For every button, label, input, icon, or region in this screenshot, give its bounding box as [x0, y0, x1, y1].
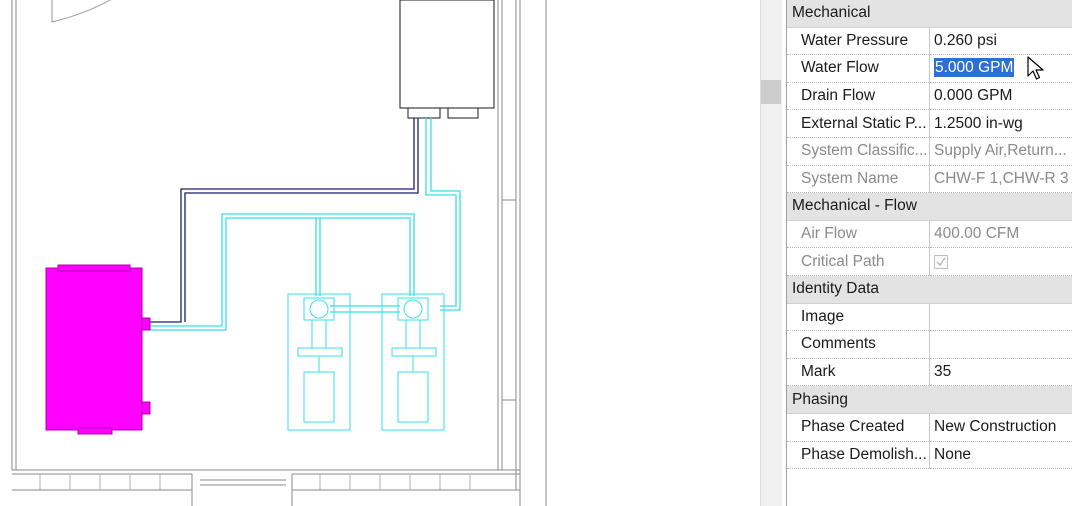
property-group-title: Mechanical [787, 0, 1072, 28]
property-label: Water Flow [787, 54, 930, 83]
property-label: Drain Flow [787, 82, 930, 111]
property-row[interactable]: Drain Flow 0.000 GPM [787, 82, 1072, 111]
floor-plan-drawing[interactable] [0, 0, 760, 506]
supply-pipe[interactable] [150, 118, 419, 323]
property-label: System Name [787, 165, 930, 194]
property-row[interactable]: System Classific... Supply Air,Return... [787, 137, 1072, 166]
property-label: Phase Demolish... [787, 441, 930, 470]
right-wall [497, 0, 547, 506]
checkbox-icon[interactable] [934, 254, 948, 269]
property-value[interactable]: 400.00 CFM [929, 220, 1072, 249]
property-value[interactable]: CHW-F 1,CHW-R 3 [929, 165, 1072, 194]
property-row[interactable]: Mark 35 [787, 358, 1072, 387]
property-row[interactable]: Critical Path [787, 247, 1072, 276]
bottom-wall [12, 469, 520, 506]
property-group-title: Identity Data [787, 275, 1072, 304]
left-wall [11, 0, 17, 470]
property-label: Water Pressure [787, 27, 930, 56]
bottom-wall-ticks [39, 474, 471, 490]
property-label: System Classific... [787, 137, 930, 166]
splitter-thumb[interactable] [761, 80, 781, 104]
property-value[interactable] [929, 330, 1072, 359]
property-value[interactable]: 0.000 GPM [929, 82, 1072, 111]
property-row[interactable]: Comments [787, 330, 1072, 359]
property-value[interactable]: Supply Air,Return... [929, 137, 1072, 166]
panel-splitter[interactable] [760, 0, 782, 506]
property-value[interactable]: None [929, 441, 1072, 470]
property-label: Air Flow [787, 220, 930, 249]
property-label: Image [787, 303, 930, 332]
property-value[interactable]: 5.000 GPM [929, 54, 1072, 83]
property-label: External Static P... [787, 109, 930, 138]
property-label: Phase Created [787, 413, 930, 442]
property-label: Comments [787, 330, 930, 359]
selected-value-text[interactable]: 5.000 GPM [934, 58, 1015, 78]
property-value[interactable]: 35 [929, 358, 1072, 387]
property-group-title: Mechanical - Flow [787, 192, 1072, 221]
property-value[interactable]: New Construction [929, 413, 1072, 442]
door-swing [51, 0, 111, 23]
property-group-header[interactable]: Mechanical [787, 0, 1072, 28]
property-label: Critical Path [787, 247, 930, 276]
property-group-header[interactable]: Mechanical - Flow [787, 192, 1072, 221]
property-group-title: Phasing [787, 385, 1072, 414]
property-row[interactable]: Phase Demolish... None [787, 441, 1072, 470]
air-handler-unit[interactable] [399, 0, 495, 119]
property-value[interactable]: 1.2500 in-wg [929, 109, 1072, 138]
pump-right[interactable] [381, 293, 445, 431]
property-row[interactable]: External Static P... 1.2500 in-wg [787, 109, 1072, 138]
property-row[interactable]: System Name CHW-F 1,CHW-R 3 [787, 165, 1072, 194]
property-row[interactable]: Phase Created New Construction [787, 413, 1072, 442]
property-row[interactable]: Air Flow 400.00 CFM [787, 220, 1072, 249]
property-label: Mark [787, 358, 930, 387]
property-value[interactable] [929, 303, 1072, 332]
property-group-header[interactable]: Phasing [787, 385, 1072, 414]
property-value[interactable]: 0.260 psi [929, 27, 1072, 56]
arrow-pointer-icon [1027, 56, 1044, 80]
pump-left[interactable] [287, 293, 351, 431]
chiller-unit[interactable] [45, 264, 151, 435]
drawing-canvas[interactable] [0, 0, 760, 506]
property-row[interactable]: Water Pressure 0.260 psi [787, 27, 1072, 56]
property-group-header[interactable]: Identity Data [787, 275, 1072, 304]
property-row[interactable]: Image [787, 303, 1072, 332]
property-value[interactable] [929, 247, 1072, 276]
